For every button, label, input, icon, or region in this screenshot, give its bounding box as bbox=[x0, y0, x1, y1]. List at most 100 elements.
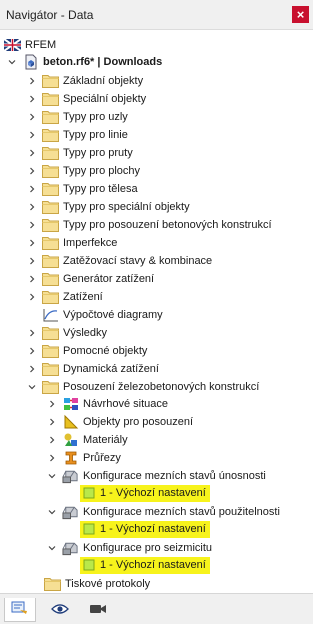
chevron-right-icon[interactable] bbox=[26, 144, 38, 162]
tree-item-diagrams[interactable]: Výpočtové diagramy bbox=[26, 306, 163, 324]
tree-item-loads[interactable]: Zatížení bbox=[26, 288, 103, 306]
folder-icon bbox=[42, 73, 59, 89]
tree-item-results[interactable]: Výsledky bbox=[26, 324, 107, 342]
highlight-marker: 1 - Výchozí nastavení bbox=[80, 520, 210, 538]
tree-item-label: Typy pro posouzení betonových konstrukcí bbox=[63, 219, 272, 231]
view-tab[interactable] bbox=[44, 598, 76, 622]
chevron-right-icon[interactable] bbox=[26, 90, 38, 108]
chevron-down-icon[interactable] bbox=[46, 503, 58, 521]
tree-file-node[interactable]: beton.rf6* | Downloads bbox=[6, 53, 162, 71]
tree-item-label: 1 - Výchozí nastavení bbox=[100, 487, 206, 499]
tree-item-basic[interactable]: Základní objekty bbox=[26, 72, 143, 90]
chevron-right-icon[interactable] bbox=[26, 288, 38, 306]
chevron-down-icon[interactable] bbox=[46, 539, 58, 557]
chevron-right-icon[interactable] bbox=[26, 252, 38, 270]
tree-item-label: Základní objekty bbox=[63, 75, 144, 87]
chevron-right-icon[interactable] bbox=[26, 72, 38, 90]
folder-icon bbox=[42, 199, 59, 215]
tree-item-label: Generátor zatížení bbox=[63, 273, 155, 285]
tree-item-label: Typy pro plochy bbox=[63, 165, 141, 177]
tree-item-concrete-design-types[interactable]: Typy pro posouzení betonových konstrukcí bbox=[26, 216, 272, 234]
tree-item-label: Průřezy bbox=[83, 452, 121, 464]
chevron-right-icon[interactable] bbox=[46, 395, 58, 413]
chevron-right-icon[interactable] bbox=[26, 108, 38, 126]
chevron-right-icon[interactable] bbox=[26, 324, 38, 342]
chevron-down-icon[interactable] bbox=[26, 378, 38, 396]
design-objects-icon bbox=[62, 414, 79, 430]
green-square-icon bbox=[82, 521, 96, 537]
tree-item-label: Speciální objekty bbox=[63, 93, 147, 105]
tree-item-dynamic-loads[interactable]: Dynamická zatížení bbox=[26, 360, 159, 378]
tree-root-rfem[interactable]: RFEM bbox=[4, 36, 56, 54]
chevron-right-icon[interactable] bbox=[26, 216, 38, 234]
window-title: Navigátor - Data bbox=[6, 8, 94, 22]
title-bar: Navigátor - Data × bbox=[0, 0, 313, 30]
tree-item-member-types[interactable]: Typy pro pruty bbox=[26, 144, 133, 162]
folder-icon bbox=[42, 271, 59, 287]
tree-item-guide-objects[interactable]: Pomocné objekty bbox=[26, 342, 147, 360]
tree-item-label: Výpočtové diagramy bbox=[63, 309, 163, 321]
tree-item-imperfections[interactable]: Imperfekce bbox=[26, 234, 117, 252]
tree-item-line-types[interactable]: Typy pro linie bbox=[26, 126, 128, 144]
highlight-marker: 1 - Výchozí nastavení bbox=[80, 556, 210, 574]
tree-item-uls-config[interactable]: Konfigurace mezních stavů únosnosti bbox=[46, 467, 266, 485]
tree-item-sls-default[interactable]: 1 - Výchozí nastavení bbox=[80, 520, 210, 538]
tree-item-print-reports[interactable]: Tiskové protokoly bbox=[44, 575, 150, 593]
configuration-icon bbox=[62, 540, 79, 556]
tree-item-label: 1 - Výchozí nastavení bbox=[100, 559, 206, 571]
tree-item-label: Objekty pro posouzení bbox=[83, 416, 194, 428]
tree-item-seismic-config[interactable]: Konfigurace pro seizmicitu bbox=[46, 539, 212, 557]
diagram-icon bbox=[42, 307, 59, 323]
folder-icon bbox=[42, 343, 59, 359]
tree-item-special-types[interactable]: Typy pro speciální objekty bbox=[26, 198, 190, 216]
tree-item-uls-default[interactable]: 1 - Výchozí nastavení bbox=[80, 484, 210, 502]
tree-item-sls-config[interactable]: Konfigurace mezních stavů použitelnosti bbox=[46, 503, 280, 521]
tree-item-label: Posouzení železobetonových konstrukcí bbox=[63, 381, 260, 393]
chevron-down-icon[interactable] bbox=[6, 53, 18, 71]
folder-icon bbox=[42, 253, 59, 269]
tree-item-materials[interactable]: Materiály bbox=[46, 431, 128, 449]
chevron-right-icon[interactable] bbox=[46, 413, 58, 431]
tree-item-special[interactable]: Speciální objekty bbox=[26, 90, 146, 108]
tree-item-design-situations[interactable]: Návrhové situace bbox=[46, 395, 168, 413]
model-file-icon bbox=[22, 54, 39, 70]
tree-item-label: Typy pro uzly bbox=[63, 111, 128, 123]
chevron-right-icon[interactable] bbox=[26, 180, 38, 198]
cross-sections-icon bbox=[62, 450, 79, 466]
tree-item-node-types[interactable]: Typy pro uzly bbox=[26, 108, 128, 126]
chevron-right-icon[interactable] bbox=[26, 360, 38, 378]
folder-icon bbox=[42, 379, 59, 395]
tree-item-load-cases[interactable]: Zatěžovací stavy & kombinace bbox=[26, 252, 212, 270]
tree-item-surface-types[interactable]: Typy pro plochy bbox=[26, 162, 140, 180]
chevron-right-icon[interactable] bbox=[46, 431, 58, 449]
tree-item-label: 1 - Výchozí nastavení bbox=[100, 523, 206, 535]
tree-item-label: Konfigurace mezních stavů únosnosti bbox=[83, 470, 266, 482]
folder-icon bbox=[44, 576, 61, 592]
camera-tab[interactable] bbox=[82, 598, 114, 622]
folder-icon bbox=[42, 163, 59, 179]
chevron-right-icon[interactable] bbox=[26, 234, 38, 252]
tree-item-seismic-default[interactable]: 1 - Výchozí nastavení bbox=[80, 556, 210, 574]
chevron-right-icon[interactable] bbox=[26, 198, 38, 216]
flag-icon bbox=[4, 37, 21, 53]
green-square-icon bbox=[82, 485, 96, 501]
tree-item-label: Zatěžovací stavy & kombinace bbox=[63, 255, 213, 267]
chevron-right-icon[interactable] bbox=[26, 162, 38, 180]
chevron-right-icon[interactable] bbox=[26, 270, 38, 288]
close-button[interactable]: × bbox=[292, 6, 309, 23]
tree-item-load-wizards[interactable]: Generátor zatížení bbox=[26, 270, 154, 288]
folder-icon bbox=[42, 217, 59, 233]
chevron-right-icon[interactable] bbox=[26, 342, 38, 360]
chevron-right-icon[interactable] bbox=[46, 449, 58, 467]
highlight-marker: 1 - Výchozí nastavení bbox=[80, 484, 210, 502]
tree-item-design-objects[interactable]: Objekty pro posouzení bbox=[46, 413, 193, 431]
data-tab[interactable] bbox=[4, 598, 36, 622]
chevron-down-icon[interactable] bbox=[46, 467, 58, 485]
tree-item-rc-design[interactable]: Posouzení železobetonových konstrukcí bbox=[26, 378, 259, 396]
tree-item-label: Typy pro pruty bbox=[63, 147, 133, 159]
chevron-right-icon[interactable] bbox=[26, 126, 38, 144]
tree-item-label: Návrhové situace bbox=[83, 398, 168, 410]
tree-item-cross-sections[interactable]: Průřezy bbox=[46, 449, 121, 467]
folder-icon bbox=[42, 109, 59, 125]
tree-item-solid-types[interactable]: Typy pro tělesa bbox=[26, 180, 138, 198]
